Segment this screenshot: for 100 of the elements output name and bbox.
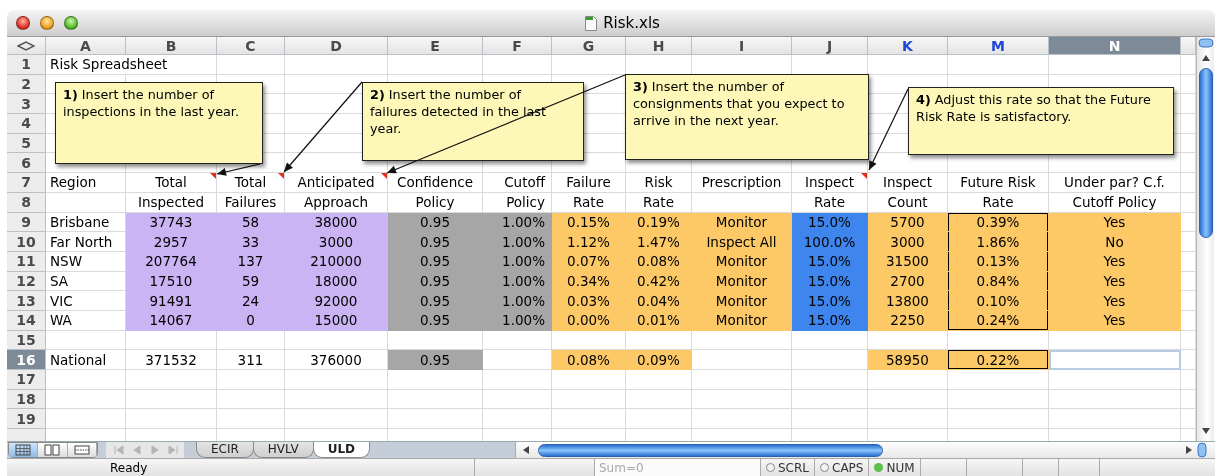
spreadsheet-cell[interactable]: Yes bbox=[1049, 291, 1181, 311]
spreadsheet-cell[interactable]: 1.00% bbox=[483, 232, 552, 252]
scroll-thumb[interactable] bbox=[538, 443, 883, 457]
spreadsheet-cell[interactable] bbox=[948, 370, 1049, 390]
spreadsheet-cell[interactable] bbox=[126, 370, 217, 390]
spreadsheet-cell[interactable]: 3000 bbox=[285, 232, 388, 252]
spreadsheet-cell[interactable]: 210000 bbox=[285, 251, 388, 272]
spreadsheet-cell[interactable]: Rate bbox=[626, 192, 692, 213]
spreadsheet-cell[interactable]: 18000 bbox=[285, 271, 388, 292]
spreadsheet-cell[interactable]: 0.00% bbox=[552, 310, 626, 331]
spreadsheet-cell[interactable]: 0.22% bbox=[948, 350, 1049, 370]
spreadsheet-cell[interactable] bbox=[1049, 370, 1181, 390]
row-header[interactable]: 12 bbox=[7, 271, 46, 292]
last-sheet-icon[interactable] bbox=[168, 445, 178, 455]
spreadsheet-cell[interactable] bbox=[46, 370, 126, 390]
spreadsheet-cell[interactable] bbox=[388, 389, 483, 410]
column-header[interactable]: E bbox=[388, 37, 483, 55]
column-header[interactable]: A bbox=[46, 37, 126, 55]
spreadsheet-cell[interactable]: Cutoff Policy bbox=[1049, 192, 1181, 213]
spreadsheet-cell[interactable]: Count bbox=[868, 192, 948, 213]
minimize-button[interactable] bbox=[40, 16, 54, 30]
spreadsheet-cell[interactable] bbox=[792, 330, 868, 351]
spreadsheet-cell[interactable] bbox=[285, 389, 388, 410]
spreadsheet-cell[interactable]: 1.12% bbox=[552, 232, 626, 252]
column-header[interactable]: K bbox=[868, 37, 948, 55]
spreadsheet-cell[interactable] bbox=[868, 55, 948, 75]
spreadsheet-cell[interactable]: 137 bbox=[217, 251, 285, 272]
spreadsheet-cell[interactable]: 0.13% bbox=[948, 251, 1049, 272]
scroll-down-arrow-icon[interactable] bbox=[1200, 427, 1211, 435]
column-header[interactable]: H bbox=[626, 37, 692, 55]
spreadsheet-cell[interactable] bbox=[483, 330, 552, 351]
spreadsheet-cell[interactable] bbox=[1049, 330, 1181, 351]
spreadsheet-cell[interactable]: 0.24% bbox=[948, 310, 1049, 331]
spreadsheet-cell[interactable]: Inspect All bbox=[692, 232, 792, 252]
spreadsheet-cell[interactable] bbox=[868, 370, 948, 390]
spreadsheet-cell[interactable]: 37743 bbox=[126, 212, 217, 233]
spreadsheet-cell[interactable]: 2957 bbox=[126, 232, 217, 252]
spreadsheet-cell[interactable]: 15.0% bbox=[792, 291, 868, 311]
spreadsheet-cell[interactable] bbox=[1049, 55, 1181, 75]
spreadsheet-cell[interactable]: 1.00% bbox=[483, 310, 552, 331]
column-header[interactable]: M bbox=[948, 37, 1049, 55]
row-header[interactable]: 1 bbox=[7, 55, 46, 75]
spreadsheet-cell[interactable] bbox=[626, 389, 692, 410]
row-header[interactable]: 6 bbox=[7, 153, 46, 174]
spreadsheet-cell[interactable]: 15000 bbox=[285, 310, 388, 331]
spreadsheet-cell[interactable]: 0.95 bbox=[388, 350, 483, 370]
spreadsheet-cell[interactable]: 15.0% bbox=[792, 310, 868, 331]
row-header[interactable]: 13 bbox=[7, 291, 46, 311]
spreadsheet-cell[interactable] bbox=[948, 409, 1049, 430]
spreadsheet-cell[interactable]: Future Risk bbox=[948, 173, 1049, 193]
vertical-scrollbar[interactable] bbox=[1196, 37, 1214, 441]
spreadsheet-cell[interactable] bbox=[692, 370, 792, 390]
spreadsheet-cell[interactable]: Yes bbox=[1049, 251, 1181, 272]
spreadsheet-cell[interactable]: 91491 bbox=[126, 291, 217, 311]
close-button[interactable] bbox=[16, 16, 30, 30]
spreadsheet-cell[interactable]: Monitor bbox=[692, 251, 792, 272]
row-header[interactable]: 7 bbox=[7, 173, 46, 193]
spreadsheet-cell[interactable] bbox=[285, 409, 388, 430]
spreadsheet-cell[interactable]: 2250 bbox=[868, 310, 948, 331]
split-handle-icon[interactable] bbox=[1197, 38, 1214, 48]
spreadsheet-cell[interactable] bbox=[552, 370, 626, 390]
spreadsheet-cell[interactable]: 13800 bbox=[868, 291, 948, 311]
spreadsheet-cell[interactable] bbox=[126, 389, 217, 410]
spreadsheet-cell[interactable]: 0.84% bbox=[948, 271, 1049, 292]
spreadsheet-cell[interactable]: 0.08% bbox=[552, 350, 626, 370]
spreadsheet-cell[interactable]: 1.00% bbox=[483, 271, 552, 292]
spreadsheet-cell[interactable] bbox=[285, 55, 388, 75]
spreadsheet-cell[interactable]: Yes bbox=[1049, 310, 1181, 331]
spreadsheet-cell[interactable]: 0.19% bbox=[626, 212, 692, 233]
spreadsheet-cell[interactable] bbox=[388, 370, 483, 390]
column-header[interactable]: I bbox=[692, 37, 792, 55]
spreadsheet-cell[interactable] bbox=[692, 389, 792, 410]
spreadsheet-cell[interactable]: 371532 bbox=[126, 350, 217, 370]
first-sheet-icon[interactable] bbox=[114, 445, 124, 455]
column-header[interactable]: J bbox=[792, 37, 868, 55]
spreadsheet-cell[interactable]: 100.0% bbox=[792, 232, 868, 252]
spreadsheet-cell[interactable]: 0.01% bbox=[626, 310, 692, 331]
spreadsheet-cell[interactable] bbox=[285, 330, 388, 351]
scroll-up-arrow-icon[interactable] bbox=[1200, 54, 1211, 62]
spreadsheet-cell[interactable]: Rate bbox=[552, 192, 626, 213]
spreadsheet-cell[interactable]: 0.95 bbox=[388, 271, 483, 292]
spreadsheet-cell[interactable]: No bbox=[1049, 232, 1181, 252]
spreadsheet-cell[interactable]: 0.95 bbox=[388, 291, 483, 311]
spreadsheet-cell[interactable]: 59 bbox=[217, 271, 285, 292]
spreadsheet-cell[interactable]: 0.34% bbox=[552, 271, 626, 292]
spreadsheet-cell[interactable]: Total bbox=[126, 173, 217, 193]
spreadsheet-cell[interactable] bbox=[1049, 350, 1181, 370]
spreadsheet-cell[interactable]: 1.00% bbox=[483, 212, 552, 233]
spreadsheet-cell[interactable]: Inspected bbox=[126, 192, 217, 213]
spreadsheet-cell[interactable]: 207764 bbox=[126, 251, 217, 272]
normal-view-button[interactable] bbox=[9, 443, 39, 457]
row-header[interactable]: 10 bbox=[7, 232, 46, 252]
spreadsheet-cell[interactable] bbox=[46, 192, 126, 213]
spreadsheet-cell[interactable]: 31500 bbox=[868, 251, 948, 272]
spreadsheet-cell[interactable] bbox=[692, 409, 792, 430]
spreadsheet-cell[interactable] bbox=[388, 55, 483, 75]
spreadsheet-cell[interactable] bbox=[217, 409, 285, 430]
spreadsheet-cell[interactable] bbox=[1049, 389, 1181, 410]
zoom-button[interactable] bbox=[64, 16, 78, 30]
split-handle-icon[interactable] bbox=[1197, 442, 1207, 458]
